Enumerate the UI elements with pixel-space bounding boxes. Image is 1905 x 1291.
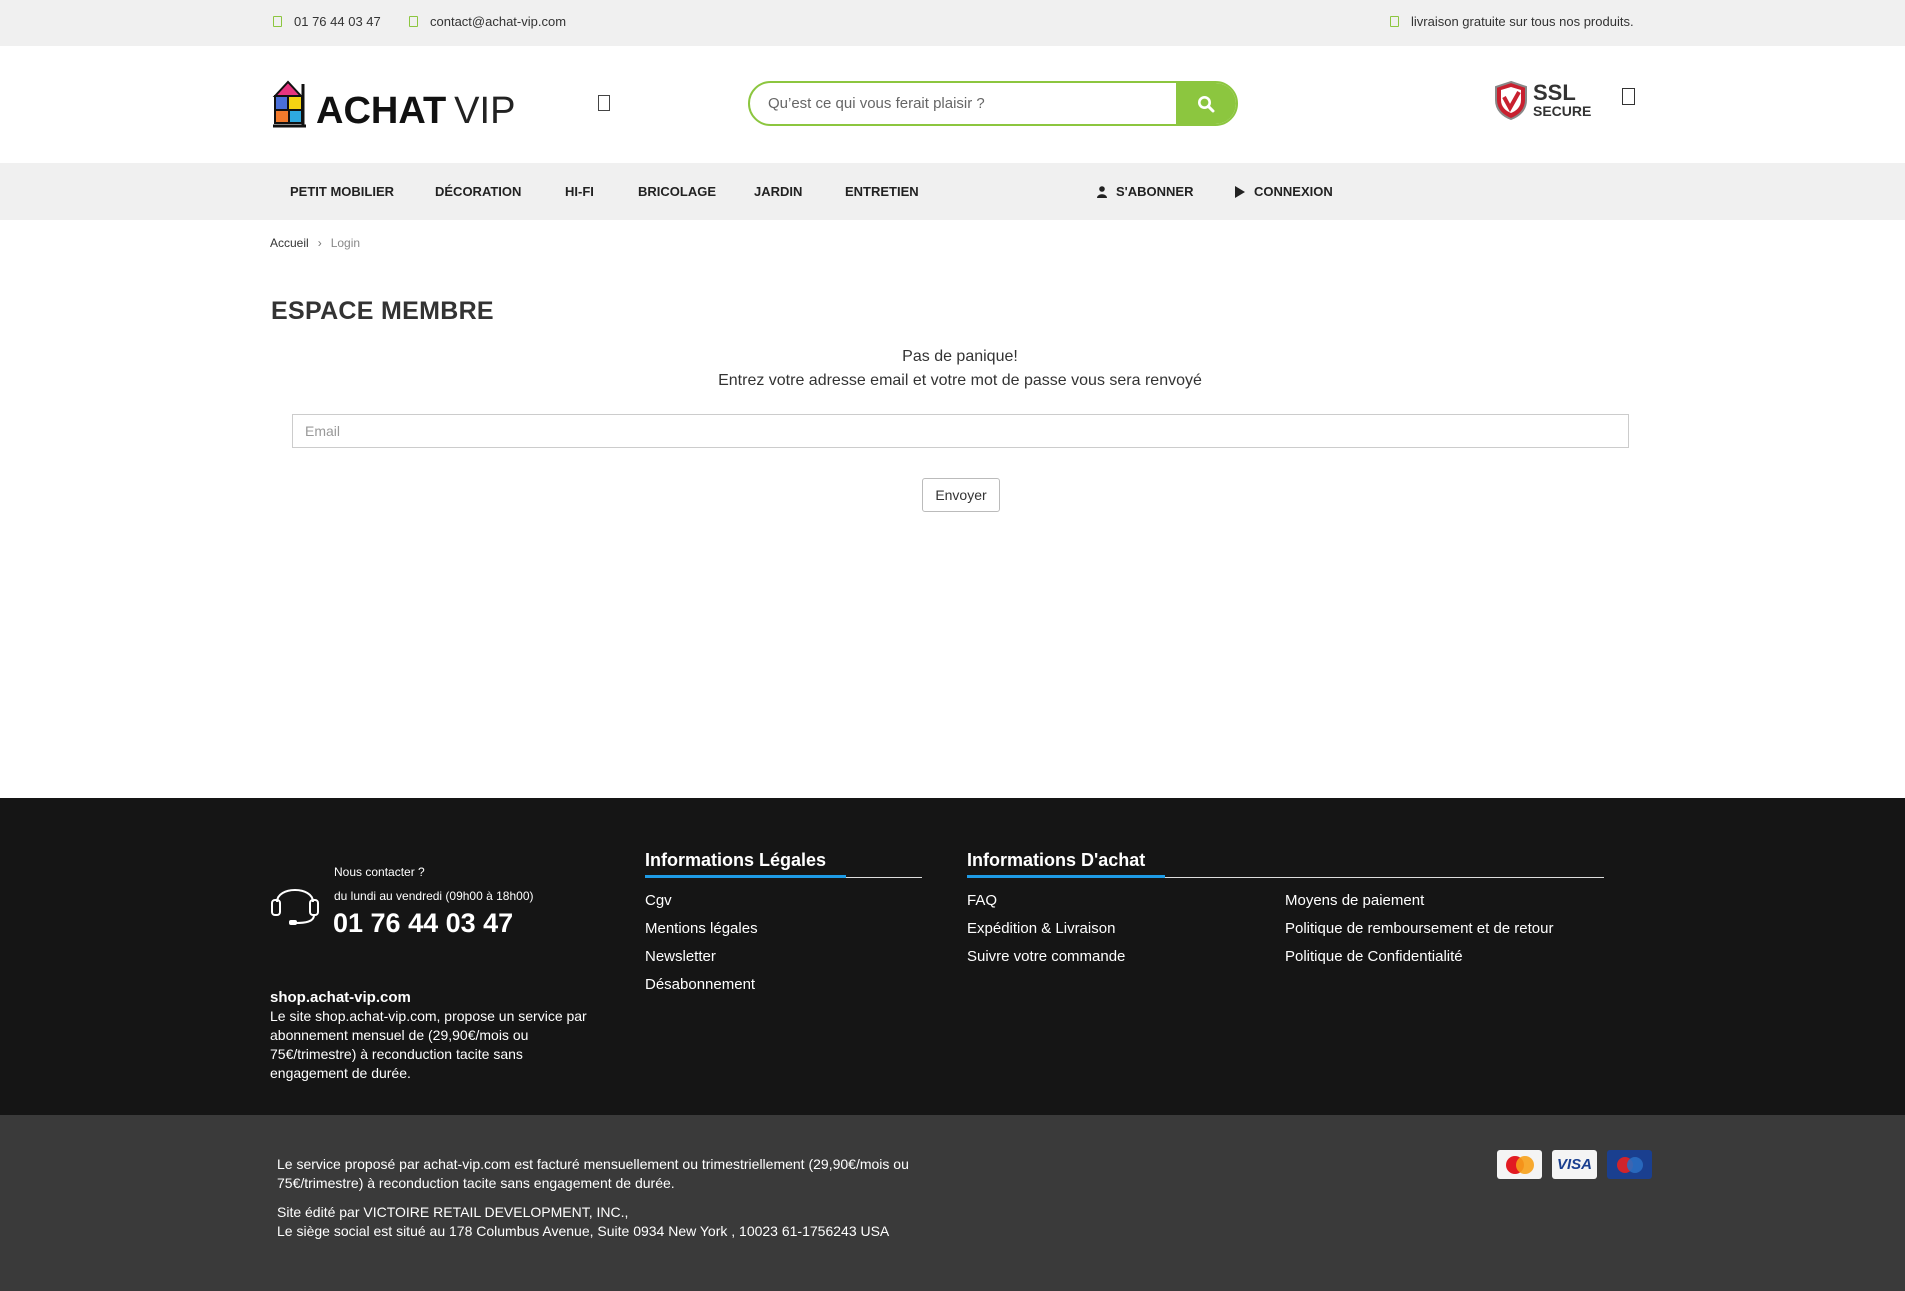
contact-hours: du lundi au vendredi (09h00 à 18h00) (334, 889, 534, 903)
logo-vip-text: VIP (454, 90, 516, 132)
search-input[interactable] (750, 83, 1180, 124)
page-title: ESPACE MEMBRE (271, 297, 494, 325)
topbar-phone-text: 01 76 44 03 47 (294, 14, 381, 29)
logo-main-text: ACHAT (316, 90, 447, 132)
logo-text: ACHAT VIP (316, 90, 515, 133)
nav-item-bricolage[interactable]: BRICOLAGE (638, 184, 716, 199)
search-bar (748, 81, 1238, 126)
topbar-phone[interactable]: 01 76 44 03 47 (273, 14, 381, 29)
purchase-title: Informations D'achat (967, 850, 1146, 870)
footer: Nous contacter ? du lundi au vendredi (0… (0, 798, 1905, 1115)
search-icon (1198, 95, 1215, 112)
nav-login-label: CONNEXION (1254, 184, 1333, 199)
search-button[interactable] (1176, 83, 1236, 124)
nav-item-decoration[interactable]: DÉCORATION (435, 184, 521, 199)
mastercard-icon (1497, 1150, 1542, 1179)
breadcrumb: Accueil › Login (270, 236, 360, 250)
link-mentions-legales[interactable]: Mentions légales (645, 920, 758, 937)
ssl-big-text: SSL (1533, 80, 1576, 105)
ssl-text: SSL SECURE (1533, 80, 1592, 119)
info-line-2: Entrez votre adresse email et votre mot … (718, 372, 1202, 389)
contact-label: Nous contacter ? (334, 865, 425, 879)
nav-subscribe-label: S'ABONNER (1116, 184, 1194, 199)
visa-icon: VISA (1552, 1150, 1597, 1179)
topbar-shipping-text: livraison gratuite sur tous nos produits… (1411, 14, 1634, 29)
header: ACHATVIP SSL SECURE (0, 46, 1905, 163)
info-line-1: Pas de panique! (902, 348, 1018, 365)
publisher-line: Site édité par VICTOIRE RETAIL DEVELOPME… (277, 1204, 629, 1220)
shield-icon (1495, 80, 1527, 120)
nav-item-petit-mobilier[interactable]: PETIT MOBILIER (290, 184, 394, 199)
topbar-shipping: livraison gratuite sur tous nos produits… (1390, 14, 1634, 29)
billing-line-2: 75€/trimestre) à reconduction tacite san… (277, 1175, 675, 1191)
top-bar: 01 76 44 03 47 contact@achat-vip.com liv… (0, 0, 1905, 46)
address-line: Le siège social est situé au 178 Columbu… (277, 1223, 890, 1239)
main-nav: PETIT MOBILIER DÉCORATION HI-FI BRICOLAG… (0, 163, 1905, 220)
link-newsletter[interactable]: Newsletter (645, 948, 716, 965)
site-desc-text: Le site shop.achat-vip.com, propose un s… (270, 1008, 587, 1081)
link-suivre-commande[interactable]: Suivre votre commande (967, 948, 1125, 965)
site-description: shop.achat-vip.com Le site shop.achat-vi… (270, 988, 590, 1083)
user-icon (1097, 185, 1107, 198)
legal-accent-bar (645, 875, 846, 878)
link-expedition[interactable]: Expédition & Livraison (967, 920, 1115, 937)
chevron-right-icon: › (317, 236, 322, 250)
phone-icon (273, 16, 282, 27)
link-cgv[interactable]: Cgv (645, 892, 672, 909)
link-faq[interactable]: FAQ (967, 892, 997, 909)
purchase-accent-bar (967, 875, 1165, 878)
legal-title: Informations Légales (645, 850, 827, 870)
nav-item-entretien[interactable]: ENTRETIEN (845, 184, 919, 199)
breadcrumb-home[interactable]: Accueil (270, 236, 309, 250)
nav-item-hifi[interactable]: HI-FI (565, 184, 594, 199)
nav-item-jardin[interactable]: JARDIN (754, 184, 802, 199)
ssl-small-text: SECURE (1533, 103, 1592, 119)
breadcrumb-current: Login (330, 236, 361, 250)
maestro-icon (1607, 1150, 1652, 1179)
topbar-email-text: contact@achat-vip.com (430, 14, 567, 29)
link-remboursement[interactable]: Politique de remboursement et de retour (1285, 920, 1553, 937)
submit-button[interactable]: Envoyer (922, 478, 1000, 512)
cart-icon[interactable] (1622, 88, 1635, 105)
mail-icon (409, 16, 418, 27)
menu-toggle-icon[interactable] (598, 95, 610, 111)
bottom-bar: Le service proposé par achat-vip.com est… (0, 1115, 1905, 1291)
truck-icon (1390, 16, 1399, 27)
headset-icon (271, 889, 319, 925)
email-field[interactable] (292, 414, 1629, 448)
link-moyens-paiement[interactable]: Moyens de paiement (1285, 892, 1424, 909)
topbar-email[interactable]: contact@achat-vip.com (409, 14, 566, 29)
ssl-secure-badge: SSL SECURE (1493, 80, 1591, 122)
play-icon (1235, 185, 1245, 198)
visa-label: VISA (1556, 1156, 1592, 1173)
link-desabonnement[interactable]: Désabonnement (645, 976, 755, 993)
contact-phone[interactable]: 01 76 44 03 47 (333, 908, 513, 939)
nav-login[interactable]: CONNEXION (1235, 184, 1333, 199)
site-name: shop.achat-vip.com (270, 989, 411, 1006)
billing-line-1: Le service proposé par achat-vip.com est… (277, 1156, 909, 1172)
logo[interactable]: ACHAT VIP (270, 78, 515, 136)
nav-subscribe[interactable]: S'ABONNER (1097, 184, 1194, 199)
link-confidentialite[interactable]: Politique de Confidentialité (1285, 948, 1463, 965)
